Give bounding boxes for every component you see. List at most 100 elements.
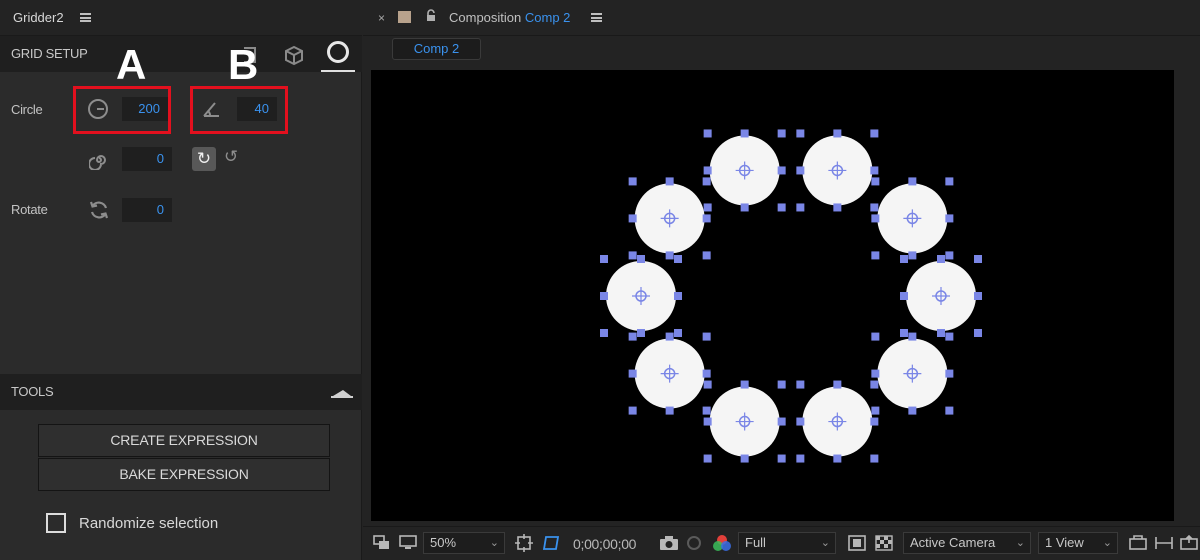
transform-handle[interactable] xyxy=(777,380,786,389)
rotate-input[interactable]: 0 xyxy=(122,198,172,222)
tools-header[interactable]: TOOLS xyxy=(0,374,362,410)
transform-handle[interactable] xyxy=(702,406,711,415)
transform-handle[interactable] xyxy=(974,329,982,337)
transform-handle[interactable] xyxy=(600,255,608,263)
transparency-grid-icon[interactable] xyxy=(875,535,893,551)
transform-handle[interactable] xyxy=(945,406,954,415)
resolution-dropdown[interactable]: Full ⌄ xyxy=(738,532,836,554)
transform-handle[interactable] xyxy=(777,454,786,463)
menu-icon[interactable] xyxy=(591,13,602,22)
transform-handle[interactable] xyxy=(665,251,674,260)
transform-handle[interactable] xyxy=(628,214,637,223)
transform-handle[interactable] xyxy=(945,251,954,260)
randomize-checkbox[interactable] xyxy=(46,513,66,533)
camera-icon[interactable] xyxy=(659,535,679,551)
transform-handle[interactable] xyxy=(740,129,749,138)
transform-handle[interactable] xyxy=(665,406,674,415)
transform-handle[interactable] xyxy=(796,203,805,212)
transform-handle[interactable] xyxy=(674,292,682,300)
circle-layer[interactable] xyxy=(796,380,879,463)
transform-handle[interactable] xyxy=(796,166,805,175)
circle-layer[interactable] xyxy=(628,332,711,415)
transform-handle[interactable] xyxy=(628,177,637,186)
transform-handle[interactable] xyxy=(702,251,711,260)
transform-handle[interactable] xyxy=(796,454,805,463)
circle-layer[interactable] xyxy=(600,255,682,337)
transform-handle[interactable] xyxy=(600,292,608,300)
transform-handle[interactable] xyxy=(740,203,749,212)
always-preview-icon[interactable] xyxy=(373,535,391,551)
region-of-interest-icon[interactable] xyxy=(848,535,866,551)
cube-mode-icon[interactable] xyxy=(283,44,305,66)
transform-handle[interactable] xyxy=(833,380,842,389)
transform-handle[interactable] xyxy=(908,177,917,186)
transform-handle[interactable] xyxy=(740,454,749,463)
circle-layer[interactable] xyxy=(871,332,954,415)
transform-handle[interactable] xyxy=(703,166,712,175)
transform-handle[interactable] xyxy=(871,214,880,223)
transform-handle[interactable] xyxy=(870,129,879,138)
transform-handle[interactable] xyxy=(628,332,637,341)
transform-handle[interactable] xyxy=(777,417,786,426)
lock-icon[interactable] xyxy=(426,9,436,22)
transform-handle[interactable] xyxy=(702,214,711,223)
clockwise-icon[interactable]: ↻ xyxy=(192,147,216,171)
transform-handle[interactable] xyxy=(796,129,805,138)
layout-icon[interactable] xyxy=(1154,535,1174,551)
counterclockwise-icon[interactable]: ↺ xyxy=(224,148,238,165)
transform-handle[interactable] xyxy=(945,177,954,186)
close-icon[interactable]: × xyxy=(378,11,385,25)
transform-handle[interactable] xyxy=(871,177,880,186)
transform-handle[interactable] xyxy=(870,203,879,212)
transform-handle[interactable] xyxy=(908,406,917,415)
composition-viewer[interactable] xyxy=(371,70,1174,521)
transform-handle[interactable] xyxy=(870,166,879,175)
transform-handle[interactable] xyxy=(871,251,880,260)
transform-handle[interactable] xyxy=(937,329,945,337)
transform-handle[interactable] xyxy=(900,329,908,337)
monitor-icon[interactable] xyxy=(399,535,417,551)
transform-handle[interactable] xyxy=(703,454,712,463)
circle-layer[interactable] xyxy=(796,129,879,212)
transform-handle[interactable] xyxy=(637,255,645,263)
transform-handle[interactable] xyxy=(871,369,880,378)
fit-icon[interactable] xyxy=(515,534,533,552)
transform-handle[interactable] xyxy=(833,203,842,212)
transform-handle[interactable] xyxy=(777,166,786,175)
circle-mode-icon[interactable] xyxy=(327,41,349,63)
transform-handle[interactable] xyxy=(637,329,645,337)
transform-handle[interactable] xyxy=(900,255,908,263)
timecode-display[interactable]: 0;00;00;00 xyxy=(573,536,636,552)
transform-handle[interactable] xyxy=(702,332,711,341)
transform-handle[interactable] xyxy=(703,129,712,138)
viewer-canvas[interactable] xyxy=(371,70,1174,521)
transform-handle[interactable] xyxy=(702,177,711,186)
transform-handle[interactable] xyxy=(628,369,637,378)
circle-layer[interactable] xyxy=(703,129,786,212)
transform-handle[interactable] xyxy=(703,380,712,389)
menu-icon[interactable] xyxy=(80,13,91,22)
transform-handle[interactable] xyxy=(703,417,712,426)
transform-handle[interactable] xyxy=(974,292,982,300)
bake-expression-button[interactable]: BAKE EXPRESSION xyxy=(38,458,330,491)
views-dropdown[interactable]: 1 View ⌄ xyxy=(1038,532,1118,554)
transform-handle[interactable] xyxy=(665,332,674,341)
transform-handle[interactable] xyxy=(833,454,842,463)
transform-handle[interactable] xyxy=(870,380,879,389)
circle-layer[interactable] xyxy=(703,380,786,463)
camera-dropdown[interactable]: Active Camera ⌄ xyxy=(903,532,1031,554)
transform-handle[interactable] xyxy=(674,329,682,337)
share-view-icon[interactable] xyxy=(1179,535,1199,551)
transform-handle[interactable] xyxy=(871,332,880,341)
transform-handle[interactable] xyxy=(974,255,982,263)
transform-handle[interactable] xyxy=(870,454,879,463)
reset-exposure-icon[interactable] xyxy=(1128,535,1148,551)
transform-handle[interactable] xyxy=(777,203,786,212)
circle-layer[interactable] xyxy=(871,177,954,260)
transform-handle[interactable] xyxy=(600,329,608,337)
transform-handle[interactable] xyxy=(937,255,945,263)
transform-handle[interactable] xyxy=(945,369,954,378)
show-snapshot-icon[interactable] xyxy=(685,535,703,551)
transform-handle[interactable] xyxy=(908,332,917,341)
transform-handle[interactable] xyxy=(833,129,842,138)
